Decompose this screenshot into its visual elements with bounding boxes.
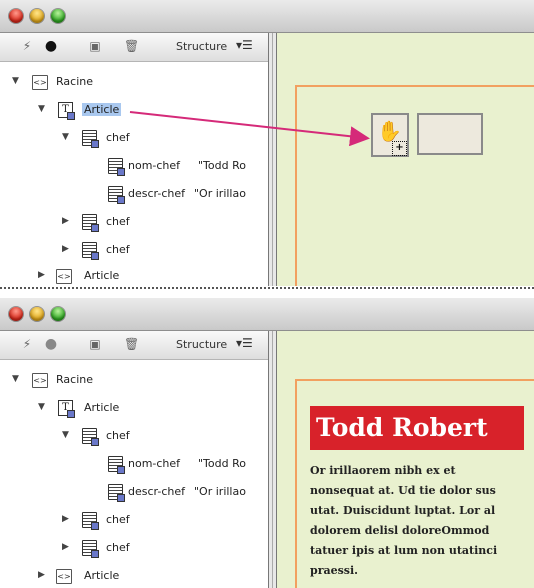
structure-label: Structure	[176, 338, 228, 351]
tree-label-article: Article	[84, 401, 120, 414]
pane-splitter[interactable]	[268, 331, 277, 588]
description-line: Or irillaorem nibh ex et	[310, 464, 456, 477]
tree-value-descr-chef: "Or irillao	[194, 485, 246, 498]
tree-row-article-2[interactable]: ▶ <> Article	[0, 567, 268, 587]
tag-icon: <>	[56, 569, 72, 584]
structure-pane: ⚡ ● ▣ 🗑 Structure ▾☰ ▼ <> Racine ▼ T Art…	[0, 331, 268, 588]
description-line: tatuer ipis at lum non utatinci	[310, 544, 498, 557]
description-line: nonsequat at. Ud tie dolor sus	[310, 484, 496, 497]
description-line: praessi.	[310, 564, 359, 577]
tag-icon: <>	[32, 373, 48, 388]
chef-description[interactable]: Or irillaorem nibh ex et nonsequat at. U…	[310, 461, 534, 581]
structure-toolbar: ⚡ ● ▣ 🗑 Structure ▾☰	[0, 331, 268, 360]
panel-divider	[0, 287, 534, 289]
tree-row-nom-chef[interactable]: nom-chef "Todd Ro	[0, 455, 268, 475]
doc-icon	[82, 428, 99, 446]
minimize-button[interactable]	[30, 307, 44, 321]
chef-name-heading[interactable]: Todd Robert	[310, 406, 524, 450]
drag-arrow	[129, 111, 370, 147]
tree-value-nom-chef: "Todd Ro	[198, 457, 246, 470]
trash-icon[interactable]: 🗑	[124, 337, 139, 351]
zoom-button[interactable]	[51, 307, 65, 321]
tree-row-chef[interactable]: ▼ chef	[0, 427, 268, 447]
tree-label-nom-chef: nom-chef	[128, 457, 181, 470]
tree-row-descr-chef[interactable]: descr-chef "Or irillao	[0, 483, 268, 503]
doc-icon	[82, 512, 99, 530]
top-window: ⚡ ● ▣ 🗑 Structure ▾☰ ▼ <> Racine ▼ T Art…	[0, 0, 534, 286]
expand-triangle-icon[interactable]: ▼	[62, 430, 72, 440]
doc-icon	[108, 456, 125, 474]
description-line: dolorem delisl doloreOmmod	[310, 524, 490, 537]
doc-icon	[108, 484, 125, 502]
tree-label-chef: chef	[106, 429, 130, 442]
expand-triangle-icon[interactable]: ▼	[38, 402, 48, 412]
lightning-icon[interactable]: ⚡	[20, 337, 34, 351]
square-icon[interactable]: ▣	[88, 337, 102, 351]
expand-triangle-icon[interactable]: ▼	[12, 374, 22, 384]
tree-label-article-2: Article	[84, 569, 120, 582]
tree-row-chef-3[interactable]: ▶ chef	[0, 539, 268, 559]
tree-label-chef-2: chef	[106, 513, 130, 526]
collapse-triangle-icon[interactable]: ▶	[38, 570, 48, 580]
tree-row-racine[interactable]: ▼ <> Racine	[0, 371, 268, 391]
collapse-triangle-icon[interactable]: ▶	[62, 514, 72, 524]
text-icon: T	[58, 400, 75, 418]
tree-label-chef-3: chef	[106, 541, 130, 554]
title-bar	[0, 298, 534, 331]
panel-menu-icon[interactable]: ▾☰	[236, 336, 253, 350]
doc-icon	[82, 540, 99, 558]
circle-icon[interactable]: ●	[44, 337, 58, 351]
tree-label-racine: Racine	[56, 373, 93, 386]
description-line: utat. Duiscidunt luptat. Lor al	[310, 504, 496, 517]
tree-label-descr-chef: descr-chef	[128, 485, 185, 498]
close-button[interactable]	[9, 307, 23, 321]
tree-row-article[interactable]: ▼ T Article	[0, 399, 268, 419]
tree-row-chef-2[interactable]: ▶ chef	[0, 511, 268, 531]
collapse-triangle-icon[interactable]: ▶	[62, 542, 72, 552]
